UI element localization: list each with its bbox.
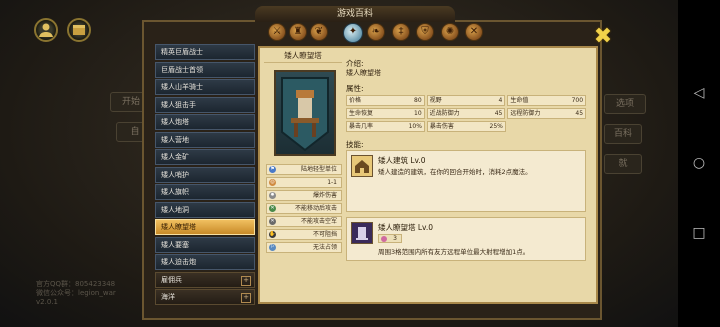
skill-description: 矮人建造的建筑，在你的回合开始时，消耗2点魔法。 [378, 168, 532, 176]
list-item[interactable]: 矮人地洞 [155, 201, 255, 218]
attribute-row: ⚐ 无法占领 [266, 242, 342, 253]
attribute-row: ✕ 不能攻击空军 [266, 216, 342, 227]
tab-sword-icon[interactable]: ⚔ [268, 23, 286, 41]
back-button[interactable]: ◁ [691, 86, 707, 100]
system-nav-bar: ◁ ○ □ [678, 0, 720, 327]
skill-title: 矮人建筑 Lv.0 [378, 156, 426, 165]
stat-price: 价格 80 [346, 95, 425, 106]
no-move-attack-icon: ✕ [269, 205, 276, 212]
attribute-row: ⚑ 陆地轻型单位 [266, 164, 342, 175]
watchtower-skill-icon [351, 222, 373, 244]
bg-options-button[interactable]: 选项 [604, 94, 646, 114]
tab-compass-icon[interactable]: ✦ [343, 23, 363, 43]
recents-square-icon: □ [692, 225, 706, 241]
skills-label: 技能: [346, 140, 364, 149]
list-item[interactable]: 矮人要塞 [155, 236, 255, 253]
tab-swords-icon[interactable]: ✕ [465, 23, 483, 41]
stats-table: 价格 80 视野 4 生命值 700 生命恢复 10 近战防御力 45 远程防御力 45 暴… [346, 95, 587, 134]
damage-icon: ✹ [269, 192, 276, 199]
version-text: v2.0.1 [36, 298, 58, 306]
list-item[interactable]: 矮人哨护 [155, 166, 255, 183]
unit-list: 精英巨盾战士 巨盾战士首领 矮人山羊骑士 矮人狙击手 矮人炮塔 矮人营地 矮人金… [155, 44, 255, 307]
tab-helmet-icon[interactable]: ♜ [289, 23, 307, 41]
list-item[interactable]: 矮人营地 [155, 131, 255, 148]
stat-regen: 生命恢复 10 [346, 108, 425, 119]
skill-card: 矮人建筑 Lv.0 矮人建造的建筑，在你的回合开始时，消耗2点魔法。 [346, 150, 586, 212]
mana-cost-badge: 3 [378, 234, 402, 243]
person-icon [39, 23, 53, 37]
home-button[interactable]: ○ [691, 156, 707, 170]
list-item[interactable]: 矮人金矿 [155, 149, 255, 165]
intro-text: 矮人瞭望塔 [346, 69, 381, 77]
no-retaliate-icon: ✋ [269, 231, 276, 238]
list-item[interactable]: 矮人狙击手 [155, 96, 255, 113]
range-icon: ◎ [269, 179, 276, 186]
mana-icon [381, 236, 387, 242]
tab-sun-icon[interactable]: ✺ [441, 23, 459, 41]
list-item[interactable]: 矮人迫击炮 [155, 254, 255, 270]
no-capture-icon: ⚐ [269, 244, 276, 251]
group-label: 海洋 [161, 293, 175, 301]
list-item[interactable]: 精英巨盾战士 [155, 44, 255, 60]
list-item[interactable]: 巨盾战士首领 [155, 61, 255, 78]
watchtower-icon [281, 77, 329, 152]
dwarf-building-icon [351, 155, 373, 177]
skill-description: 周围3格范围内所有友方远程单位最大射程增加1点。 [378, 248, 530, 256]
unit-type-icon: ⚑ [269, 166, 276, 173]
profile-button[interactable] [34, 18, 58, 42]
tab-shield-icon[interactable]: ⛨ [416, 23, 434, 41]
chest-icon [73, 25, 85, 35]
attribute-row: ✋ 不可阻挡 [266, 229, 342, 240]
group-mercenary[interactable]: 雇佣兵 + [155, 271, 255, 288]
no-air-attack-icon: ✕ [269, 218, 276, 225]
expand-icon[interactable]: + [241, 275, 251, 286]
attribute-row: ✹ 爆炸伤害 [266, 190, 342, 201]
unit-name: 矮人瞭望塔 [264, 50, 342, 63]
stat-melee-def: 近战防御力 45 [426, 108, 506, 119]
stat-hp: 生命值 700 [507, 95, 587, 106]
recents-button[interactable]: □ [691, 226, 707, 240]
home-circle-icon: ○ [692, 155, 706, 171]
list-item-selected[interactable]: 矮人瞭望塔 [155, 219, 255, 235]
tab-staff-icon[interactable]: ‡ [392, 23, 410, 41]
list-item[interactable]: 矮人炮塔 [155, 114, 255, 130]
contact-info: 官方QQ群：805423348 微信公众号：legion_war v2.0.1 [36, 280, 116, 307]
list-item[interactable]: 矮人旗帜 [155, 184, 255, 200]
skill-title: 矮人瞭望塔 Lv.0 [378, 223, 434, 232]
qq-group-text: 官方QQ群：805423348 [36, 280, 116, 288]
close-button[interactable]: ✖ [592, 26, 614, 48]
list-item[interactable]: 矮人山羊骑士 [155, 79, 255, 95]
stat-ranged-def: 远程防御力 45 [507, 108, 587, 119]
stat-crit-damage: 暴击伤害 25% [426, 121, 506, 132]
shop-button[interactable] [67, 18, 91, 42]
wechat-text: 微信公众号：legion_war [36, 289, 116, 297]
skill-card: 矮人瞭望塔 Lv.0 3 周围3格范围内所有友方远程单位最大射程增加1点。 [346, 217, 586, 261]
attribute-list: ⚑ 陆地轻型单位 ◎ 1-1 ✹ 爆炸伤害 ✕ 不能移动后攻击 ✕ 不能攻击空军 ✋ 不可阻… [266, 164, 342, 255]
group-ocean[interactable]: 海洋 + [155, 289, 255, 305]
tab-vine-icon[interactable]: ❧ [367, 23, 385, 41]
attribute-row: ◎ 1-1 [266, 177, 342, 188]
expand-icon[interactable]: + [241, 293, 251, 303]
attributes-label: 属性: [346, 84, 364, 93]
stat-crit-rate: 暴击几率 10% [346, 121, 425, 132]
group-label: 雇佣兵 [161, 275, 182, 284]
unit-portrait [274, 70, 336, 156]
tab-dragon-icon[interactable]: ❦ [310, 23, 328, 41]
stat-vision: 视野 4 [426, 95, 506, 106]
bg-ready-button[interactable]: 就 [604, 154, 642, 174]
attribute-row: ✕ 不能移动后攻击 [266, 203, 342, 214]
back-triangle-icon: ◁ [693, 85, 705, 101]
window-title: 游戏百科 [255, 6, 455, 22]
bg-encyclopedia-button[interactable]: 百科 [604, 124, 642, 144]
